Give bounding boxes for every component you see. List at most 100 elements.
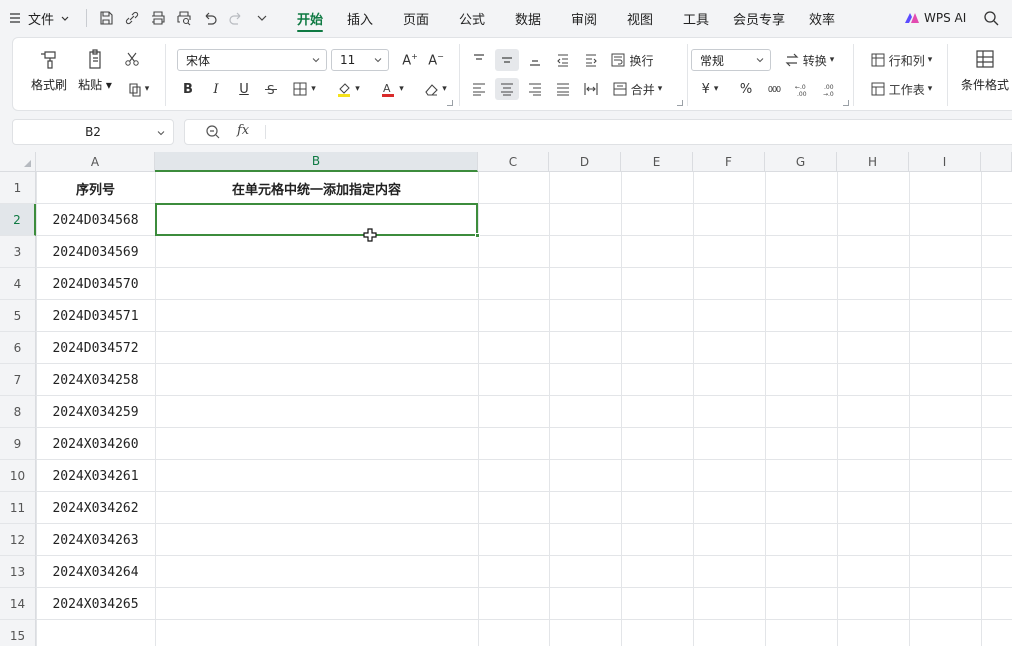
justify-button[interactable] [551, 78, 575, 100]
cell-a13[interactable]: 2024X034264 [36, 556, 155, 588]
undo-button[interactable] [197, 5, 223, 31]
cell-a4[interactable]: 2024D034570 [36, 268, 155, 300]
row-header-8[interactable]: 8 [0, 396, 36, 428]
row-header-14[interactable]: 14 [0, 588, 36, 620]
redo-button[interactable] [223, 5, 249, 31]
conditional-format-button[interactable]: 条件格式 [955, 48, 1012, 93]
bold-button[interactable]: B [177, 78, 199, 100]
cell-a11[interactable]: 2024X034262 [36, 492, 155, 524]
align-middle-button[interactable] [495, 49, 519, 71]
cell-a2[interactable]: 2024D034568 [36, 204, 155, 236]
tab-page[interactable]: 页面 [393, 0, 439, 36]
currency-format-button[interactable]: ¥ ▾ [693, 78, 727, 100]
row-header-4[interactable]: 4 [0, 268, 36, 300]
column-header-b[interactable]: B [155, 152, 478, 172]
cell-a8[interactable]: 2024X034259 [36, 396, 155, 428]
column-header-c[interactable]: C [478, 152, 549, 172]
cell-a1[interactable]: 序列号 [36, 172, 155, 204]
name-box[interactable]: B2 [12, 119, 174, 145]
column-header-i[interactable]: I [909, 152, 981, 172]
row-header-2[interactable]: 2 [0, 204, 36, 236]
save-button[interactable] [93, 5, 119, 31]
column-header-d[interactable]: D [549, 152, 621, 172]
row-header-7[interactable]: 7 [0, 364, 36, 396]
cell-b1[interactable]: 在单元格中统一添加指定内容 [155, 172, 478, 204]
increase-indent-button[interactable] [579, 49, 603, 71]
copy-button[interactable]: ▾ [121, 78, 155, 100]
row-header-12[interactable]: 12 [0, 524, 36, 556]
cell-a7[interactable]: 2024X034258 [36, 364, 155, 396]
wps-ai-button[interactable]: WPS AI [904, 0, 966, 36]
worksheet-button[interactable]: 工作表 ▾ [863, 78, 939, 100]
row-header-5[interactable]: 5 [0, 300, 36, 332]
decrease-indent-button[interactable] [551, 49, 575, 71]
row-header-9[interactable]: 9 [0, 428, 36, 460]
row-header-3[interactable]: 3 [0, 236, 36, 268]
cell-a14[interactable]: 2024X034265 [36, 588, 155, 620]
format-painter-button[interactable]: 格式刷 [27, 48, 71, 93]
italic-button[interactable]: I [205, 78, 227, 100]
tab-tools[interactable]: 工具 [673, 0, 719, 36]
number-format-select[interactable]: 常规 [691, 49, 771, 71]
formula-input[interactable]: fx [184, 119, 1012, 145]
align-center-button[interactable] [495, 78, 519, 100]
cell-a10[interactable]: 2024X034261 [36, 460, 155, 492]
underline-button[interactable]: U [233, 78, 255, 100]
print-button[interactable] [145, 5, 171, 31]
spreadsheet-grid[interactable]: A B C D E F G H I 1 2 3 4 5 6 7 8 9 10 11 12 13 14 15 序列号 在单元格中统一… [0, 152, 1012, 646]
increase-decimal-button[interactable]: ←.0.00 [791, 78, 813, 100]
row-header-1[interactable]: 1 [0, 172, 36, 204]
column-header-f[interactable]: F [693, 152, 765, 172]
font-color-button[interactable]: A ▾ [373, 78, 411, 100]
align-top-button[interactable] [467, 49, 491, 71]
cell-a9[interactable]: 2024X034260 [36, 428, 155, 460]
align-bottom-button[interactable] [523, 49, 547, 71]
more-quick-access-button[interactable] [249, 5, 275, 31]
fx-icon[interactable]: fx [237, 123, 249, 138]
paste-button[interactable]: 粘贴 ▾ [75, 48, 115, 93]
tab-efficiency[interactable]: 效率 [799, 0, 845, 36]
tab-formula[interactable]: 公式 [449, 0, 495, 36]
row-header-13[interactable]: 13 [0, 556, 36, 588]
column-header-g[interactable]: G [765, 152, 837, 172]
row-header-6[interactable]: 6 [0, 332, 36, 364]
font-name-select[interactable]: 宋体 [177, 49, 327, 71]
tab-view[interactable]: 视图 [617, 0, 663, 36]
clear-format-button[interactable]: ▾ [417, 78, 453, 100]
export-button[interactable] [119, 5, 145, 31]
row-header-10[interactable]: 10 [0, 460, 36, 492]
row-header-15[interactable]: 15 [0, 620, 36, 646]
strikethrough-button[interactable]: S [261, 78, 281, 100]
rows-and-columns-button[interactable]: 行和列 ▾ [863, 49, 939, 71]
cell-a12[interactable]: 2024X034263 [36, 524, 155, 556]
wrap-text-button[interactable]: 换行 [607, 49, 657, 71]
font-dialog-launcher[interactable] [447, 100, 453, 106]
decrease-decimal-button[interactable]: .00 →.0 [819, 78, 841, 100]
column-header-h[interactable]: H [837, 152, 909, 172]
column-header-e[interactable]: E [621, 152, 693, 172]
row-header-11[interactable]: 11 [0, 492, 36, 524]
tab-member[interactable]: 会员专享 [725, 0, 793, 36]
zoom-icon[interactable] [205, 124, 221, 140]
tab-data[interactable]: 数据 [505, 0, 551, 36]
distributed-align-button[interactable] [579, 78, 603, 100]
merge-cells-button[interactable]: 合并 ▾ [607, 78, 667, 100]
cut-button[interactable] [121, 48, 143, 70]
align-left-button[interactable] [467, 78, 491, 100]
fill-handle[interactable] [475, 233, 480, 238]
cell-a3[interactable]: 2024D034569 [36, 236, 155, 268]
increase-font-button[interactable]: A+ [399, 49, 421, 71]
column-header-a[interactable]: A [36, 152, 155, 172]
tab-home[interactable]: 开始 [287, 0, 333, 36]
alignment-dialog-launcher[interactable] [677, 100, 683, 106]
print-preview-button[interactable] [171, 5, 197, 31]
font-size-select[interactable]: 11 [331, 49, 389, 71]
borders-button[interactable]: ▾ [285, 78, 323, 100]
select-all-corner[interactable] [0, 152, 36, 172]
number-dialog-launcher[interactable] [843, 100, 849, 106]
tab-review[interactable]: 审阅 [561, 0, 607, 36]
convert-button[interactable]: 转换 ▾ [779, 49, 839, 71]
align-right-button[interactable] [523, 78, 547, 100]
decrease-font-button[interactable]: A− [425, 49, 447, 71]
cell-a5[interactable]: 2024D034571 [36, 300, 155, 332]
